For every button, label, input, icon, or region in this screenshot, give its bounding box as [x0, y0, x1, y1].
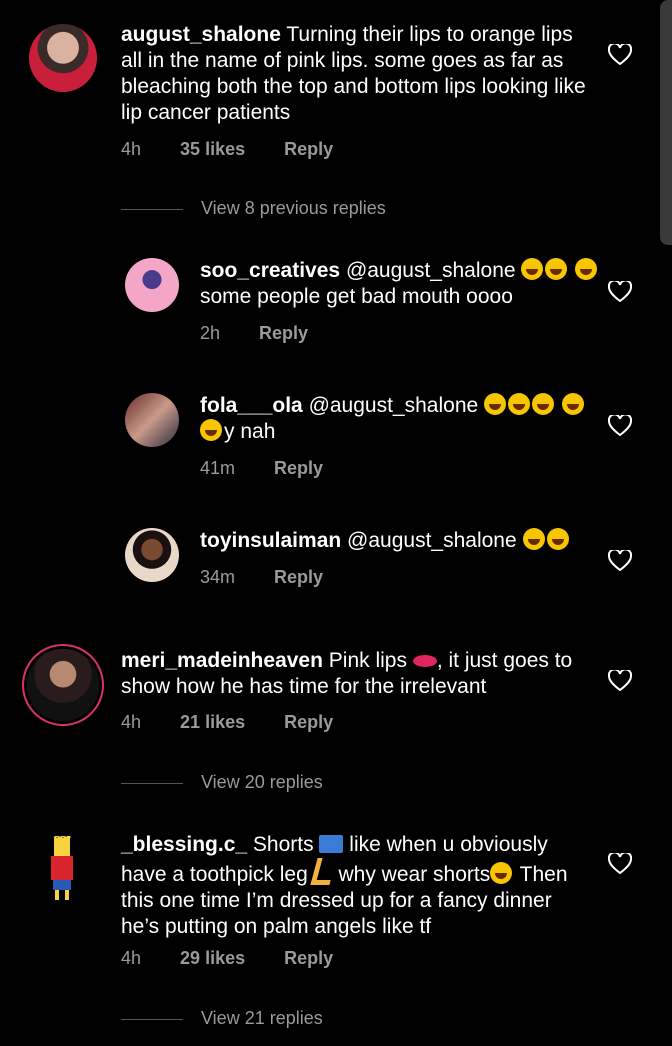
laughing-emoji-icon — [561, 393, 584, 415]
view-replies[interactable]: View 21 replies — [121, 1008, 323, 1029]
comment-text: august_shalone Turning their lips to ora… — [121, 23, 586, 124]
timestamp: 4h — [121, 948, 142, 968]
scrollbar[interactable] — [660, 0, 672, 245]
comment-text: soo_creatives @august_shalone some peopl… — [200, 258, 600, 310]
heart-icon[interactable] — [608, 853, 632, 875]
heart-icon[interactable] — [608, 281, 632, 303]
avatar[interactable] — [27, 649, 99, 721]
reply-button[interactable]: Reply — [274, 567, 323, 587]
avatar[interactable] — [44, 836, 80, 902]
comment-meta: 34m Reply — [200, 567, 357, 588]
reply-button[interactable]: Reply — [284, 712, 333, 732]
laughing-emoji-icon — [545, 258, 568, 280]
likes-count[interactable]: 29 likes — [180, 948, 245, 968]
laughing-emoji-icon — [522, 528, 545, 550]
username[interactable]: toyinsulaiman — [200, 529, 341, 552]
avatar[interactable] — [29, 24, 97, 92]
timestamp: 4h — [121, 712, 142, 732]
divider — [121, 208, 183, 210]
divider — [121, 782, 183, 784]
heart-icon[interactable] — [608, 550, 632, 572]
comment-text: meri_madeinheaven Pink lips , it just go… — [121, 649, 573, 698]
reply-button[interactable]: Reply — [284, 139, 333, 159]
comment-meta: 4h 35 likes Reply — [121, 139, 367, 160]
comment-text: _blessing.c_ Shorts like when u obviousl… — [121, 833, 568, 938]
comment-text: toyinsulaiman @august_shalone — [200, 528, 600, 554]
avatar[interactable] — [125, 258, 179, 312]
timestamp: 2h — [200, 323, 221, 343]
heart-icon[interactable] — [608, 670, 632, 692]
avatar[interactable] — [125, 528, 179, 582]
heart-icon[interactable] — [608, 415, 632, 437]
reply-button[interactable]: Reply — [274, 458, 323, 478]
laughing-emoji-icon — [508, 393, 531, 415]
lips-emoji-icon — [412, 655, 437, 668]
avatar[interactable] — [125, 393, 179, 447]
heart-icon[interactable] — [608, 44, 632, 66]
view-previous-replies[interactable]: View 8 previous replies — [121, 198, 386, 219]
pensive-face-emoji-icon — [490, 862, 513, 884]
likes-count[interactable]: 21 likes — [180, 712, 245, 732]
shorts-emoji-icon — [319, 835, 344, 853]
username[interactable]: august_shalone — [121, 23, 281, 46]
reply-button[interactable]: Reply — [259, 323, 308, 343]
laughing-emoji-icon — [484, 393, 507, 415]
laughing-emoji-icon — [546, 528, 569, 550]
laughing-emoji-icon — [521, 258, 544, 280]
comment-meta: 4h 21 likes Reply — [121, 712, 367, 733]
timestamp: 4h — [121, 139, 142, 159]
divider — [121, 1018, 183, 1020]
likes-count[interactable]: 35 likes — [180, 139, 245, 159]
laughing-emoji-icon — [575, 258, 598, 280]
laughing-emoji-icon — [200, 419, 222, 441]
comment-text: fola___ola @august_shalone y nah — [200, 393, 600, 445]
username[interactable]: meri_madeinheaven — [121, 649, 323, 672]
timestamp: 34m — [200, 567, 236, 587]
laughing-emoji-icon — [532, 393, 555, 415]
timestamp: 41m — [200, 458, 236, 478]
view-replies[interactable]: View 20 replies — [121, 772, 323, 793]
username[interactable]: _blessing.c_ — [121, 833, 247, 856]
comment-meta: 41m Reply — [200, 458, 357, 479]
comment-meta: 2h Reply — [200, 323, 342, 344]
username[interactable]: fola___ola — [200, 394, 303, 417]
leg-emoji-icon — [310, 858, 337, 885]
comment-meta: 4h 29 likes Reply — [121, 948, 367, 969]
username[interactable]: soo_creatives — [200, 259, 340, 282]
reply-button[interactable]: Reply — [284, 948, 333, 968]
